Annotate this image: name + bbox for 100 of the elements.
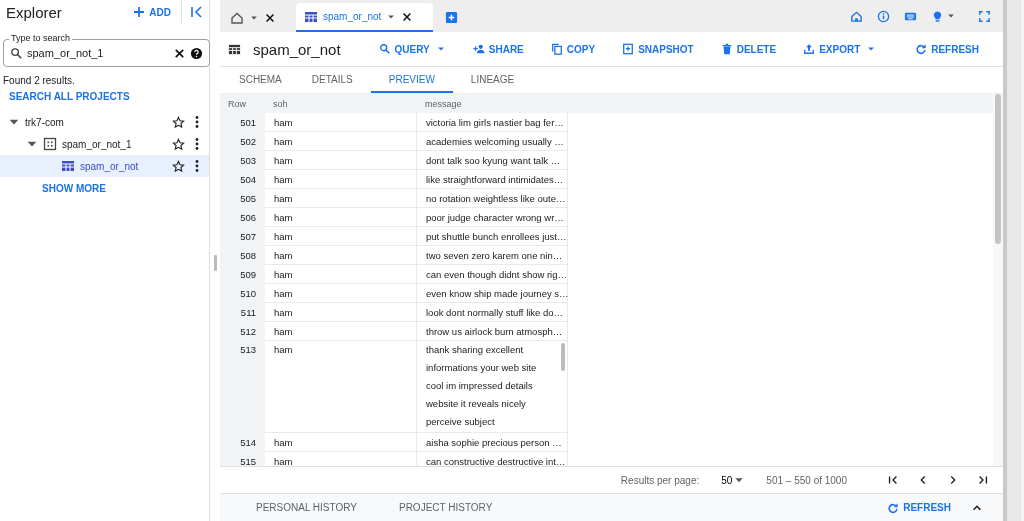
column-header: message <box>424 97 463 111</box>
tree-label: trk7-com <box>25 116 65 128</box>
star-icon[interactable] <box>172 137 185 151</box>
row-number: 509 <box>220 265 265 284</box>
tab[interactable]: LINEAGE <box>458 67 527 93</box>
table-cell: even know ship made journey s… <box>417 284 568 303</box>
table-cell: ham <box>265 322 417 341</box>
refresh-button[interactable]: REFRESH <box>887 496 951 519</box>
table-cell: academies welcoming usually … <box>417 132 568 151</box>
export-icon <box>803 43 816 55</box>
table-cell: no rotation weightless like oute… <box>417 189 568 208</box>
tree-item[interactable]: spam_or_not_1 <box>0 133 209 155</box>
page-size-dropdown[interactable]: 50 <box>721 474 745 486</box>
table-cell: ham <box>265 265 417 284</box>
table-cell: ham <box>265 452 417 466</box>
table-cell: ham <box>265 189 417 208</box>
snapshot-button[interactable]: SNAPSHOT <box>622 38 694 60</box>
caret-icon <box>734 475 745 485</box>
first-page-icon[interactable] <box>887 474 899 486</box>
clear-icon[interactable] <box>173 46 186 60</box>
table-cell: ham <box>265 284 417 303</box>
show-more-link[interactable]: SHOW MORE <box>42 183 209 194</box>
table-cell: ham <box>265 341 417 433</box>
row-number: 514 <box>220 433 265 452</box>
last-page-icon[interactable] <box>977 474 989 486</box>
table-cell: poor judge character wrong wr… <box>417 208 568 227</box>
help-icon[interactable] <box>190 46 203 60</box>
result-count: Found 2 results. <box>3 75 76 86</box>
field-label: Type to search <box>9 33 73 44</box>
close-icon[interactable] <box>401 10 414 23</box>
table-cell: two seven zero karem one nin… <box>417 246 568 265</box>
share-icon <box>472 43 485 55</box>
tree-item[interactable]: spam_or_not <box>0 155 209 177</box>
fullscreen-icon[interactable] <box>978 10 991 23</box>
star-icon[interactable] <box>172 115 185 129</box>
tree-item[interactable]: trk7-com <box>0 111 209 133</box>
tab[interactable]: SCHEMA <box>227 67 294 93</box>
search-icon <box>378 43 391 55</box>
home-icon[interactable] <box>850 10 863 23</box>
column-header: soh <box>272 97 289 111</box>
history-tab[interactable]: PROJECT HISTORY <box>398 502 493 513</box>
table-icon <box>228 42 241 56</box>
copy-button[interactable]: COPY <box>550 38 596 60</box>
results-per-page-label: Results per page: <box>620 474 700 486</box>
table-cell: ham <box>265 246 417 265</box>
table-cell: victoria lim girls nastier bag fer… <box>417 113 568 132</box>
column-header: Row <box>227 97 247 111</box>
table-cell: can constructive destructive int… <box>417 452 568 466</box>
table-cell: ham <box>265 151 417 170</box>
table-cell: dont talk soo kyung want talk … <box>417 151 568 170</box>
share-button[interactable]: SHARE <box>472 38 524 60</box>
new-tab-icon[interactable] <box>445 11 459 24</box>
row-number: 502 <box>220 132 265 151</box>
table-cell: look dont normally stuff like do… <box>417 303 568 322</box>
table-cell: like straightforward intimidates… <box>417 170 568 189</box>
tab[interactable]: spam_or_not <box>296 3 434 32</box>
add-button[interactable]: ADD <box>132 2 179 22</box>
star-icon[interactable] <box>172 159 185 173</box>
row-number: 501 <box>220 113 265 132</box>
trash-icon <box>720 43 733 55</box>
table-cell: aisha sophie precious person … <box>417 433 568 452</box>
close-icon[interactable] <box>264 11 276 24</box>
delete-button[interactable]: DELETE <box>720 38 777 60</box>
refresh-icon <box>915 43 928 55</box>
panel-title: Explorer <box>6 3 63 21</box>
table-icon <box>61 159 75 173</box>
row-number: 506 <box>220 208 265 227</box>
copy-icon <box>550 43 563 55</box>
row-number: 510 <box>220 284 265 303</box>
table-cell: ham <box>265 208 417 227</box>
table-cell: ham <box>265 170 417 189</box>
table-cell: ham <box>265 227 417 246</box>
export-button[interactable]: EXPORT <box>803 38 877 60</box>
table-title: spam_or_not <box>253 40 341 58</box>
row-number: 503 <box>220 151 265 170</box>
refresh-icon <box>887 501 900 514</box>
tree-label: spam_or_not_1 <box>62 138 133 150</box>
row-number: 504 <box>220 170 265 189</box>
plus-icon <box>132 5 147 19</box>
scrollbar-thumb[interactable] <box>561 343 565 371</box>
table-icon <box>304 9 318 24</box>
table-cell: ham <box>265 433 417 452</box>
scrollbar-thumb[interactable] <box>995 94 1001 244</box>
info-icon[interactable] <box>877 10 890 23</box>
row-number: 512 <box>220 322 265 341</box>
snapshot-icon <box>622 43 635 55</box>
table-cell: ham <box>265 132 417 151</box>
search-icon <box>10 46 23 60</box>
search-all-link[interactable]: SEARCH ALL PROJECTS <box>9 91 209 102</box>
tab[interactable]: DETAILS <box>299 67 365 93</box>
query-button[interactable]: QUERY <box>378 38 446 60</box>
refresh-button[interactable]: REFRESH <box>915 38 979 60</box>
keyboard-icon[interactable] <box>904 10 917 23</box>
dataset-icon <box>43 137 57 151</box>
collapse-panel-icon[interactable] <box>189 5 203 19</box>
lightbulb-icon[interactable] <box>931 10 944 23</box>
resize-handle[interactable] <box>213 254 217 271</box>
home-icon <box>230 10 244 25</box>
history-tab[interactable]: PERSONAL HISTORY <box>256 502 357 513</box>
row-number: 507 <box>220 227 265 246</box>
